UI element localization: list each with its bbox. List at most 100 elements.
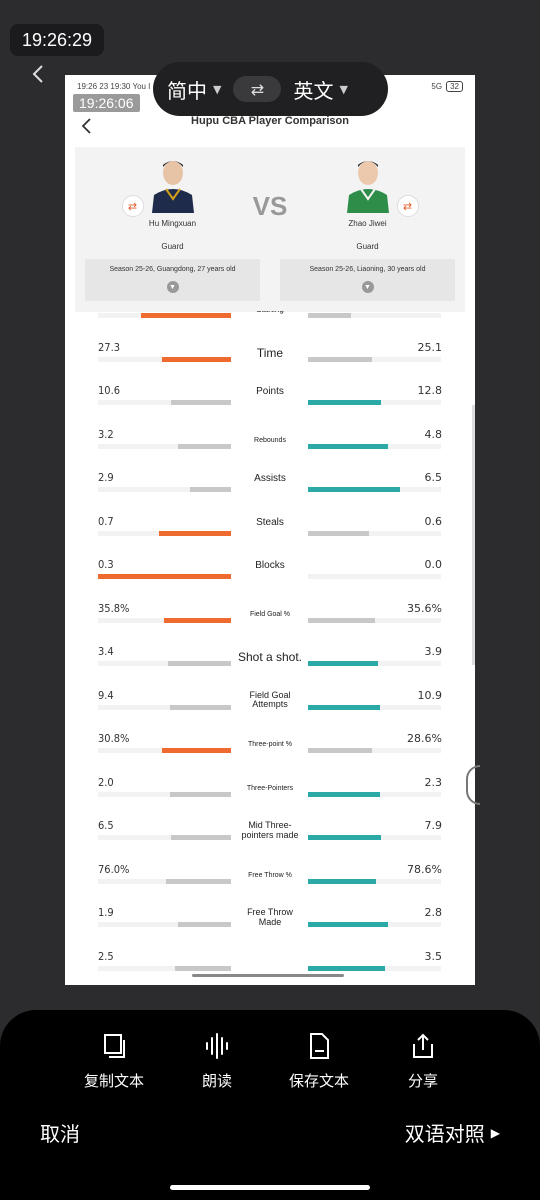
right-stat-value: 2.3 bbox=[424, 775, 443, 789]
left-stat-value: 27.3 bbox=[98, 340, 121, 354]
right-stat-value: 12.8 bbox=[417, 384, 443, 397]
read-aloud-label: 朗读 bbox=[202, 1072, 233, 1090]
right-player-season-text: Season 25-26, Liaoning, 30 years old bbox=[309, 266, 426, 273]
bottom-action-sheet: 复制文本 朗读 保存文本 分享 取消 双语对照 ▶ bbox=[0, 1010, 540, 1200]
scrollbar[interactable] bbox=[472, 405, 475, 665]
chevron-down-icon: ▼ bbox=[339, 82, 348, 96]
target-language-dropdown[interactable]: 英文 ▼ bbox=[293, 75, 347, 104]
right-stat-bar-fill bbox=[308, 922, 388, 927]
stat-row: 3.4 3.9 Shot a shot. bbox=[65, 645, 475, 689]
page-title: Hupu CBA Player Comparison bbox=[191, 115, 349, 127]
right-stat-bar-fill bbox=[308, 487, 400, 492]
chevron-down-icon[interactable]: ▼ bbox=[166, 281, 179, 293]
save-text-button[interactable]: 保存文本 bbox=[289, 1032, 349, 1091]
swap-player-icon[interactable]: ⇄ bbox=[396, 195, 419, 217]
right-stat-bar bbox=[308, 791, 441, 797]
left-stat-bar-fill bbox=[171, 835, 231, 840]
left-stat-bar bbox=[98, 922, 231, 927]
right-stat-value: 6.5 bbox=[424, 471, 443, 484]
save-text-label: 保存文本 bbox=[289, 1072, 350, 1090]
stat-row: 9.4 10.9 Field Goal Attempts bbox=[65, 689, 475, 733]
left-stat-bar bbox=[98, 835, 231, 840]
stat-row: 2.0 2.3 Three-Pointers bbox=[65, 776, 475, 820]
left-stat-bar bbox=[98, 530, 231, 536]
stat-row: 35.8% 35.6% Field Goal % bbox=[65, 602, 475, 646]
copy-icon bbox=[104, 1034, 125, 1058]
right-player-position: Guard bbox=[356, 242, 379, 251]
left-player-position: Guard bbox=[161, 242, 184, 251]
left-stat-value: 2.9 bbox=[98, 471, 114, 484]
left-stat-bar-fill bbox=[178, 443, 231, 449]
left-player-season-text: Season 25-26, Guangdong, 27 years old bbox=[109, 266, 236, 273]
right-stat-bar bbox=[308, 835, 441, 840]
left-stat-bar bbox=[98, 661, 231, 666]
voice-icon bbox=[206, 1033, 228, 1059]
back-arrow-icon[interactable] bbox=[26, 62, 50, 86]
right-stat-bar bbox=[308, 878, 441, 884]
right-stat-bar-fill bbox=[308, 313, 351, 318]
home-handle bbox=[192, 974, 344, 977]
left-stat-value: 6.5 bbox=[98, 819, 114, 832]
cancel-button[interactable]: 取消 bbox=[40, 1118, 80, 1147]
right-stat-value: 0.0 bbox=[424, 558, 443, 571]
bilingual-compare-button[interactable]: 双语对照 ▶ bbox=[405, 1118, 500, 1147]
target-language-label: 英文 bbox=[293, 78, 334, 103]
left-stat-bar bbox=[98, 878, 231, 884]
right-stat-value: 10.9 bbox=[417, 688, 443, 702]
left-stat-value: 1.9 bbox=[98, 906, 114, 919]
right-stat-value: 3.9 bbox=[424, 645, 443, 658]
stat-label: Field Goal Attempts bbox=[249, 689, 291, 710]
copy-text-button[interactable]: 复制文本 bbox=[84, 1032, 144, 1091]
stat-row: 30.8% 28.6% Three-point % bbox=[65, 732, 475, 776]
bilingual-label: 双语对照 bbox=[404, 1122, 485, 1146]
left-stat-bar bbox=[98, 748, 231, 753]
swap-arrows-icon: ⇄ bbox=[250, 79, 265, 99]
left-stat-bar bbox=[98, 487, 231, 492]
stats-comparison-list[interactable]: 178Starting27.3 25.1 Time 10.6 12.8 Points 3.2… bbox=[65, 311, 475, 971]
right-stat-bar-fill bbox=[308, 791, 380, 797]
stat-row: 0.7 0.6 Steals bbox=[65, 515, 475, 559]
timestamp-overlay: 19:26:06 bbox=[73, 94, 140, 112]
right-stat-bar-fill bbox=[308, 835, 381, 840]
source-language-label: 简中 bbox=[167, 78, 207, 103]
left-stat-bar-fill bbox=[171, 400, 231, 405]
left-stat-value: 0.3 bbox=[98, 558, 114, 571]
right-stat-bar bbox=[308, 313, 441, 318]
stat-label: Blocks bbox=[255, 560, 285, 571]
left-stat-bar-fill bbox=[162, 748, 231, 753]
left-player-avatar: ⇄ bbox=[121, 153, 202, 217]
side-drag-handle[interactable] bbox=[466, 765, 480, 805]
right-stat-bar-fill bbox=[308, 400, 381, 405]
home-indicator bbox=[170, 1185, 370, 1190]
left-stat-bar-fill bbox=[170, 704, 231, 710]
stat-label: Steals bbox=[256, 516, 284, 528]
battery-icon: 32 bbox=[446, 81, 463, 92]
left-stat-value: 76.0% bbox=[98, 862, 130, 876]
left-stat-bar bbox=[98, 313, 231, 318]
swap-language-button[interactable]: ⇄ bbox=[233, 76, 282, 102]
chevron-down-icon[interactable]: ▼ bbox=[361, 281, 374, 293]
language-selector-bar: 简中 ▼ ⇄ 英文 ▼ bbox=[153, 62, 388, 116]
right-stat-value: 3.5 bbox=[424, 949, 443, 963]
stat-label: Mid Three-pointers made bbox=[241, 820, 299, 840]
left-stat-value: 35.8% bbox=[98, 601, 130, 615]
right-player-season[interactable]: Season 25-26, Liaoning, 30 years old ▼ bbox=[280, 259, 455, 301]
right-stat-bar bbox=[308, 530, 441, 536]
left-player-season[interactable]: Season 25-26, Guangdong, 27 years old ▼ bbox=[85, 259, 260, 301]
left-stat-value: 0.7 bbox=[98, 514, 114, 528]
right-stat-bar bbox=[308, 574, 441, 579]
left-stat-value: 9.4 bbox=[98, 688, 114, 702]
stat-label: Assists bbox=[254, 473, 286, 484]
source-language-dropdown[interactable]: 简中 ▼ bbox=[167, 75, 221, 104]
share-button[interactable]: 分享 bbox=[408, 1032, 438, 1091]
left-player-card: ⇄ Hu Mingxuan Guard Season 25-26, Guangd… bbox=[85, 147, 260, 301]
read-aloud-button[interactable]: 朗读 bbox=[202, 1032, 232, 1091]
left-stat-bar bbox=[98, 791, 231, 797]
right-stat-bar-fill bbox=[308, 530, 369, 536]
swap-player-icon[interactable]: ⇄ bbox=[121, 195, 144, 217]
right-player-card: ⇄ Zhao Jiwei Guard Season 25-26, Liaonin… bbox=[280, 147, 455, 301]
stat-row: 178Starting bbox=[65, 311, 475, 341]
right-stat-bar bbox=[308, 487, 441, 492]
right-stat-value: 28.6% bbox=[407, 732, 442, 745]
left-stat-bar bbox=[98, 965, 231, 971]
